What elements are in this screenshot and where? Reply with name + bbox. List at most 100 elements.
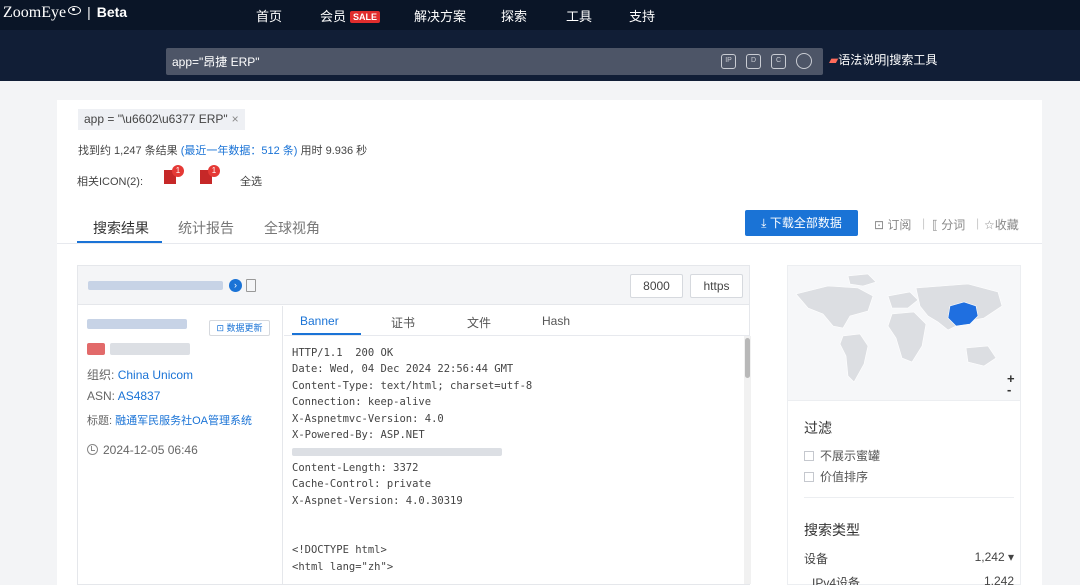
nav-explore[interactable]: 探索 — [501, 6, 527, 25]
banner-line: Date: Wed, 04 Dec 2024 22:56:44 GMT — [292, 363, 514, 375]
type-count: 1,242 — [983, 574, 1014, 585]
checkbox-icon[interactable] — [804, 451, 814, 461]
nav-solutions[interactable]: 解决方案 — [414, 6, 466, 25]
title-row: 标题: 融通军民服务社OA管理系统 — [87, 412, 252, 428]
asn-row: ASN: AS4837 — [87, 389, 160, 403]
favicon-1[interactable]: 1 — [164, 165, 184, 184]
port-button[interactable]: 8000 — [630, 274, 683, 298]
banner-line: Cache-Control: private — [292, 478, 432, 490]
favorite-button[interactable]: ☆收藏 — [984, 216, 1019, 233]
type-label: 设备 — [804, 552, 829, 566]
checkbox-icon[interactable] — [804, 472, 814, 482]
search-input[interactable] — [172, 51, 712, 72]
subscribe-icon: ⊡ — [874, 218, 888, 232]
action-separator: | — [922, 216, 926, 230]
value-sort-label: 价值排序 — [820, 470, 869, 484]
asn-label: ASN: — [87, 389, 116, 403]
nav-tools[interactable]: 工具 — [566, 6, 592, 25]
protocol-button[interactable]: https — [690, 274, 743, 298]
logo[interactable]: ZoomEye | Beta — [3, 4, 127, 22]
nav-support[interactable]: 支持 — [629, 6, 655, 25]
tab-files[interactable]: 文件 — [467, 314, 491, 331]
world-map[interactable]: + - — [787, 265, 1021, 401]
tab-divider — [57, 243, 1042, 244]
redacted-ip[interactable] — [88, 281, 223, 290]
australia-shape — [965, 345, 997, 367]
data-update-button[interactable]: ⊡ 数据更新 — [209, 320, 270, 336]
c-icon[interactable]: C — [771, 54, 786, 69]
syntax-link[interactable]: 语法说明 — [838, 53, 886, 67]
value-sort-checkbox[interactable]: 价值排序 — [804, 468, 868, 485]
result-item: › 8000 https ⊡ 数据更新 组织: China Unicom ASN… — [77, 265, 751, 585]
download-all-button[interactable]: ⤓ 下载全部数据 — [745, 210, 858, 236]
title-value[interactable]: 融通军民服务社OA管理系统 — [115, 415, 252, 427]
asn-value[interactable]: AS4837 — [118, 389, 161, 403]
filter-divider — [804, 497, 1014, 498]
clock-icon — [87, 444, 98, 455]
banner-line: Content-Type: text/html; charset=utf-8 — [292, 380, 533, 392]
tab-hash[interactable]: Hash — [542, 314, 570, 328]
eye-icon — [68, 6, 82, 15]
tab-statistics[interactable]: 统计报告 — [178, 218, 234, 238]
world-map-svg — [795, 273, 1003, 383]
search-type-title: 搜索类型 — [804, 522, 860, 538]
scroll-thumb[interactable] — [745, 338, 750, 378]
ip-icon[interactable]: IP — [721, 54, 736, 69]
zoom-out-button[interactable]: - — [1007, 382, 1011, 397]
banner-line: X-Aspnet-Version: 4.0.30319 — [292, 495, 463, 507]
refresh-icon: ⊡ — [216, 323, 227, 333]
china-highlight[interactable] — [947, 301, 979, 327]
domain-icon[interactable]: D — [746, 54, 761, 69]
type-count: 1,242 ▾ — [974, 550, 1014, 564]
download-label: 下载全部数据 — [769, 216, 842, 230]
banner-line: <html lang="zh"> — [292, 561, 394, 573]
europe-shape — [887, 291, 919, 309]
favicon-badge: 1 — [172, 165, 184, 177]
tab-banner[interactable]: Banner — [300, 314, 339, 328]
action-separator: | — [976, 216, 980, 230]
logo-text: ZoomEye — [3, 4, 67, 21]
favicon-2[interactable]: 1 — [200, 165, 220, 184]
tab-global-view[interactable]: 全球视角 — [264, 218, 320, 238]
open-link-icon[interactable]: › — [229, 279, 242, 292]
flag-icon — [87, 343, 105, 355]
honeypot-label: 不展示蜜罐 — [820, 449, 881, 463]
honeypot-checkbox[interactable]: 不展示蜜罐 — [804, 447, 880, 464]
filter-chip-text: app = "\u6602\u6377 ERP" — [84, 112, 228, 126]
title-label: 标题: — [87, 415, 113, 427]
org-label: 组织: — [87, 368, 115, 382]
org-value[interactable]: China Unicom — [118, 368, 193, 382]
favicon-badge: 1 — [208, 165, 220, 177]
beta-label: Beta — [96, 4, 128, 20]
recent-data-link[interactable]: (最近一年数据：512 条) — [181, 145, 298, 157]
search-box: IP D C — [166, 48, 823, 75]
banner-scrollbar[interactable] — [744, 336, 751, 584]
banner-line: Content-Length: 3372 — [292, 462, 419, 474]
copy-icon[interactable] — [246, 279, 256, 292]
filter-title: 过滤 — [804, 420, 832, 436]
banner-line: <!DOCTYPE html> — [292, 544, 387, 556]
tab-search-results[interactable]: 搜索结果 — [93, 218, 149, 238]
share-icon: ⟦ — [932, 218, 942, 232]
banner-line: HTTP/1.1 200 OK — [292, 347, 394, 359]
select-all[interactable]: 全选 — [240, 173, 262, 189]
tab-certificate[interactable]: 证书 — [391, 314, 415, 331]
result-time: 2024-12-05 06:46 — [103, 443, 198, 457]
close-icon[interactable]: × — [232, 112, 239, 126]
banner-pane: Banner 证书 文件 Hash HTTP/1.1 200 OK Date: … — [284, 306, 751, 584]
related-icons-label: 相关ICON(2): — [77, 176, 143, 188]
nav-membership[interactable]: 会员 SALE — [320, 6, 381, 25]
result-count: 找到约 1,247 条结果 — [78, 145, 178, 157]
subscribe-button[interactable]: ⊡ 订阅 — [874, 216, 911, 233]
top-nav: ZoomEye | Beta 首页 会员 SALE 解决方案 探索 工具 支持 — [0, 0, 1080, 30]
search-icon[interactable] — [796, 53, 812, 69]
search-tools-link[interactable]: 搜索工具 — [889, 53, 937, 67]
nav-home[interactable]: 首页 — [256, 6, 282, 25]
share-button[interactable]: ⟦ 分词 — [932, 216, 965, 233]
data-update-label: 数据更新 — [226, 323, 263, 333]
type-row-ipv4[interactable]: IPv4设备 1,242 — [804, 574, 1014, 585]
africa-shape — [887, 311, 927, 363]
redacted-location — [87, 319, 187, 329]
type-row-device[interactable]: 设备 1,242 ▾ — [804, 550, 1014, 567]
filter-chip[interactable]: app = "\u6602\u6377 ERP" × — [78, 109, 245, 130]
